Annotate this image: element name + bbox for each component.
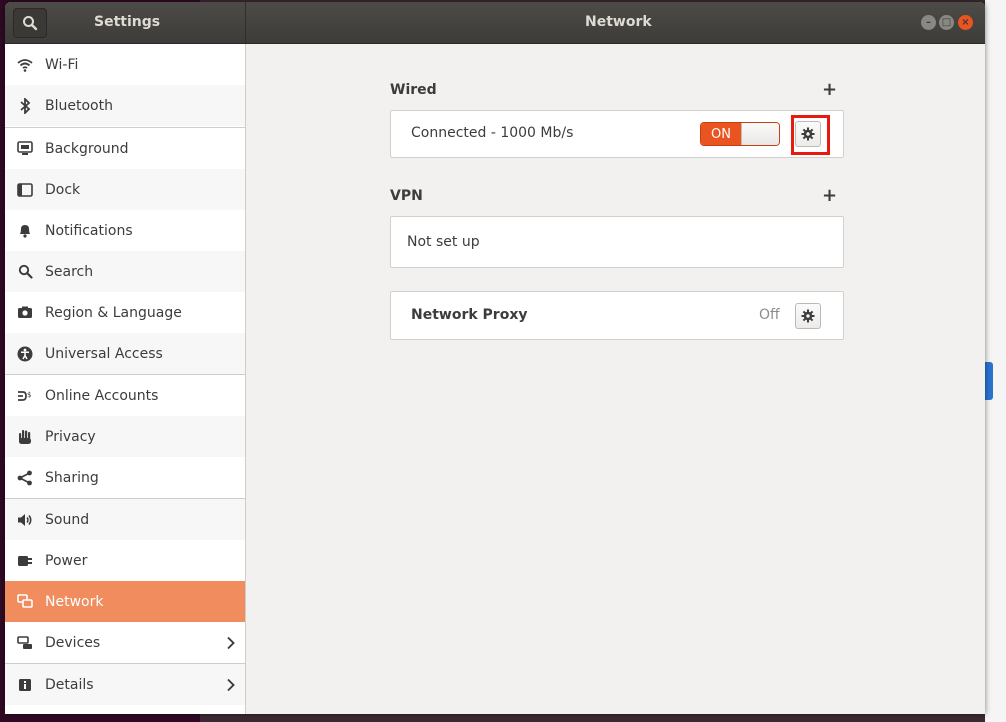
hand-icon <box>5 429 45 445</box>
sidebar-item-label: Search <box>45 263 94 280</box>
sidebar-item-label: Notifications <box>45 222 133 239</box>
maximize-icon: □ <box>941 17 952 28</box>
sidebar-item-dock[interactable]: Dock <box>5 169 245 210</box>
wifi-icon <box>5 58 45 72</box>
sidebar-item-label: Background <box>45 140 129 157</box>
network-icon <box>5 594 45 609</box>
network-proxy-label: Network Proxy <box>411 307 528 323</box>
network-proxy-status: Off <box>759 307 780 323</box>
chevron-right-icon <box>215 636 245 650</box>
sidebar-item-label: Sound <box>45 511 90 528</box>
highlight-box <box>791 115 830 155</box>
accessibility-icon <box>5 346 45 362</box>
maximize-button[interactable]: □ <box>939 15 954 30</box>
search-icon <box>5 264 45 279</box>
network-proxy-card[interactable]: Network Proxy Off <box>390 291 844 340</box>
header-bar: Settings Network – □ × <box>5 2 985 44</box>
camera-icon <box>5 306 45 319</box>
vpn-section-title: VPN <box>390 188 423 204</box>
sidebar-item-label: Network <box>45 593 104 610</box>
wired-connection-card: Connected - 1000 Mb/s ON <box>390 110 844 158</box>
sidebar-item-universal-access[interactable]: Universal Access <box>5 333 245 374</box>
wired-toggle[interactable]: ON <box>700 122 780 146</box>
sidebar-item-label: Online Accounts <box>45 387 159 404</box>
sidebar-item-network[interactable]: Network <box>5 581 245 622</box>
share-icon <box>5 470 45 486</box>
sidebar-item-notifications[interactable]: Notifications <box>5 210 245 251</box>
sidebar-item-label: Devices <box>45 634 101 651</box>
page-title: Network <box>585 14 652 30</box>
sidebar-item-background[interactable]: Background <box>5 128 245 169</box>
close-icon: × <box>961 17 970 28</box>
info-icon <box>5 678 45 692</box>
devices-icon <box>5 635 45 650</box>
bluetooth-icon <box>5 97 45 114</box>
gear-icon <box>801 309 815 323</box>
sidebar-item-online-accounts[interactable]: $ Online Accounts <box>5 375 245 416</box>
speaker-icon <box>5 513 45 527</box>
minimize-button[interactable]: – <box>921 15 936 30</box>
add-wired-button[interactable]: + <box>822 79 837 100</box>
sidebar-item-wifi[interactable]: Wi-Fi <box>5 44 245 85</box>
chevron-right-icon <box>215 678 245 692</box>
sidebar-item-privacy[interactable]: Privacy <box>5 416 245 457</box>
search-icon <box>23 16 38 31</box>
online-accounts-icon: $ <box>5 389 45 403</box>
wired-section-title: Wired <box>390 82 437 98</box>
sidebar-item-label: Region & Language <box>45 304 182 321</box>
wired-status: Connected - 1000 Mb/s <box>411 125 574 141</box>
vpn-card: Not set up <box>390 216 844 268</box>
sidebar-item-bluetooth[interactable]: Bluetooth <box>5 85 245 126</box>
sidebar-item-power[interactable]: Power <box>5 540 245 581</box>
sidebar-item-label: Universal Access <box>45 345 163 362</box>
sidebar-item-details[interactable]: Details <box>5 664 245 705</box>
background-scroll-indicator <box>985 362 993 400</box>
settings-window: Settings Network – □ × Wi-Fi Bluetooth B… <box>5 2 985 714</box>
sidebar-item-search[interactable]: Search <box>5 251 245 292</box>
plug-icon <box>5 553 45 568</box>
network-panel: Wired + Connected - 1000 Mb/s ON VPN + N… <box>246 44 985 714</box>
sidebar-item-label: Sharing <box>45 469 99 486</box>
sidebar-item-label: Wi-Fi <box>45 56 79 73</box>
sidebar-item-label: Power <box>45 552 88 569</box>
minimize-icon: – <box>926 17 931 28</box>
vpn-status: Not set up <box>407 234 480 250</box>
sidebar-item-devices[interactable]: Devices <box>5 622 245 663</box>
sidebar-item-sharing[interactable]: Sharing <box>5 457 245 498</box>
sidebar-item-region-language[interactable]: Region & Language <box>5 292 245 333</box>
add-vpn-button[interactable]: + <box>822 185 837 206</box>
network-proxy-settings-button[interactable] <box>795 303 821 329</box>
background-window-edge <box>985 0 1006 722</box>
sidebar: Wi-Fi Bluetooth Background Dock Notifica… <box>5 44 246 714</box>
background-icon <box>5 141 45 156</box>
sidebar-item-label: Privacy <box>45 428 96 445</box>
toggle-on-label: ON <box>701 123 741 145</box>
sidebar-item-sound[interactable]: Sound <box>5 499 245 540</box>
toggle-knob <box>741 123 779 145</box>
bell-icon <box>5 223 45 238</box>
sidebar-item-label: Bluetooth <box>45 97 113 114</box>
dock-icon <box>5 182 45 197</box>
header-divider <box>245 2 246 43</box>
sidebar-item-label: Dock <box>45 181 81 198</box>
search-button[interactable] <box>13 8 47 38</box>
sidebar-title: Settings <box>94 14 161 30</box>
sidebar-item-label: Details <box>45 676 94 693</box>
close-button[interactable]: × <box>958 15 973 30</box>
svg-text:$: $ <box>27 391 31 399</box>
